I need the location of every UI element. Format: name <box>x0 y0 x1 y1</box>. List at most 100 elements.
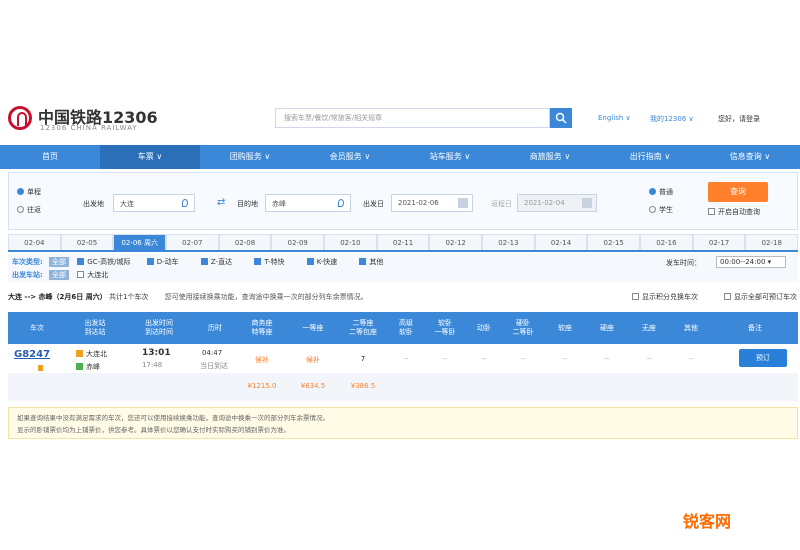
from-station: 大连北 <box>76 349 107 359</box>
date-tab[interactable]: 02-09 <box>271 234 325 250</box>
arrive-time: 17:48 <box>142 361 163 369</box>
depart-date-input[interactable]: 2021-02-06 <box>391 194 473 212</box>
nav-info[interactable]: 信息查询 ∨ <box>700 145 800 169</box>
date-tab[interactable]: 02-11 <box>376 234 430 250</box>
date-tab[interactable]: 02-12 <box>429 234 483 250</box>
other-availability: -- <box>688 355 694 363</box>
return-date-input[interactable]: 2021-02-04 <box>517 194 597 212</box>
second-availability[interactable]: 7 <box>338 355 388 363</box>
my-12306-link[interactable]: 我的12306 ∨ <box>650 114 694 124</box>
date-tab[interactable]: 02-18 <box>745 234 799 250</box>
duration: 04:47 <box>202 349 223 357</box>
price-row: ¥1215.0 ¥634.5 ¥386.5 <box>8 373 798 401</box>
passenger-student-label: 学生 <box>659 206 673 214</box>
header-business: 商务座 特等座 <box>251 319 273 336</box>
nav-business[interactable]: 商旅服务 ∨ <box>500 145 600 169</box>
radio-unchecked-icon <box>17 206 24 213</box>
show-all-checkbox[interactable]: 显示全部可预订车次 <box>724 292 797 302</box>
nav-home[interactable]: 首页 <box>0 145 100 169</box>
header-second: 二等座 二等包座 <box>349 319 377 336</box>
filter-z[interactable]: Z-直达 <box>200 258 232 266</box>
date-tab[interactable]: 02-13 <box>482 234 535 250</box>
train-count: 共计1个车次 <box>108 293 149 301</box>
station-filter-label: 出发车站: <box>12 271 43 279</box>
moving-sleeper-availability: -- <box>481 355 487 363</box>
filter-t[interactable]: T-特快 <box>254 258 284 266</box>
date-tab[interactable]: 02-05 <box>60 234 114 250</box>
filter-station[interactable]: 大连北 <box>77 271 108 279</box>
calendar-icon <box>582 198 592 208</box>
railway-logo-icon[interactable] <box>8 106 32 130</box>
nav-member[interactable]: 会员服务 ∨ <box>300 145 400 169</box>
depart-date-value: 2021-02-06 <box>398 199 439 207</box>
trip-roundtrip-radio[interactable]: 往返 <box>17 205 41 215</box>
business-availability[interactable]: 候补 <box>236 355 288 365</box>
swap-stations-icon[interactable]: ⇄ <box>217 197 225 208</box>
auto-query-label: 开启自动查询 <box>718 208 760 216</box>
passenger-normal-radio[interactable]: 普通 <box>649 187 673 197</box>
depart-time-label: 发车时间： <box>666 259 701 267</box>
notice-line-2: 显示的卧铺票价均为上铺票价，供您参考。具体票价以您确认支付时实际购买的铺别票价为… <box>17 426 290 434</box>
header-times[interactable]: 出发时间 到达时间 <box>124 312 194 344</box>
passenger-student-radio[interactable]: 学生 <box>649 205 673 215</box>
nav-group[interactable]: 团购服务 ∨ <box>200 145 300 169</box>
nav-guide[interactable]: 出行指南 ∨ <box>600 145 700 169</box>
date-tab[interactable]: 02-15 <box>587 234 641 250</box>
hard-sleeper-availability: -- <box>520 355 526 363</box>
trip-roundtrip-label: 往返 <box>27 206 41 214</box>
nav-tickets[interactable]: 车票 ∨ <box>100 145 200 169</box>
notice-line-1: 如果查询结果中没有满足需求的车次，您还可以使用接续换乘功能，查询途中换乘一次的部… <box>17 414 329 422</box>
header-train[interactable]: 车次 <box>8 312 66 344</box>
checkbox-unchecked-icon <box>708 208 715 215</box>
from-value: 大连 <box>120 200 134 208</box>
login-link[interactable]: 您好，请登录 <box>718 114 760 124</box>
return-date-value: 2021-02-04 <box>524 199 565 207</box>
date-tab[interactable]: 02-10 <box>324 234 377 250</box>
filter-other[interactable]: 其他 <box>359 258 383 266</box>
trip-oneway-radio[interactable]: 单程 <box>17 187 41 197</box>
from-label: 出发地 <box>83 200 104 208</box>
search-input[interactable]: 搜索车票/餐饮/常旅客/相关规章 <box>275 108 550 128</box>
train-number-link[interactable]: G8247 <box>14 349 50 360</box>
book-button[interactable]: 预订 <box>739 349 787 367</box>
nav-station[interactable]: 站车服务 ∨ <box>400 145 500 169</box>
trip-oneway-label: 单程 <box>27 188 41 196</box>
to-label: 目的地 <box>237 200 258 208</box>
depart-time-select[interactable]: 00:00--24:00 ▾ <box>716 256 786 268</box>
show-points-checkbox[interactable]: 显示积分兑换车次 <box>632 292 698 302</box>
date-tab-selected[interactable]: 02-06 周六 <box>113 234 167 250</box>
premium-sleeper-availability: -- <box>403 355 409 363</box>
radio-unchecked-icon <box>649 206 656 213</box>
select-all-stations-button[interactable]: 全部 <box>49 270 70 280</box>
train-icon <box>38 365 43 371</box>
select-all-types-button[interactable]: 全部 <box>49 257 70 267</box>
duration-note: 当日到达 <box>200 362 228 370</box>
show-all-label: 显示全部可预订车次 <box>734 293 797 301</box>
header-duration[interactable]: 历时 <box>194 312 236 344</box>
to-station: 赤峰 <box>76 362 100 372</box>
auto-query-checkbox[interactable]: 开启自动查询 <box>708 207 760 217</box>
date-tab[interactable]: 02-04 <box>8 234 61 250</box>
date-tab[interactable]: 02-07 <box>166 234 219 250</box>
date-tab[interactable]: 02-17 <box>692 234 746 250</box>
header-stations[interactable]: 出发站 到达站 <box>66 312 124 344</box>
filter-gc[interactable]: GC-高铁/城际 <box>77 258 130 266</box>
from-input[interactable]: 大连 <box>113 194 195 212</box>
depart-time-value: 00:00--24:00 <box>720 258 766 266</box>
checkbox-checked-icon <box>146 258 154 265</box>
checkbox-checked-icon <box>77 258 85 265</box>
language-link[interactable]: English ∨ <box>598 114 631 122</box>
filter-other-label: 其他 <box>369 258 384 266</box>
search-button[interactable] <box>550 108 572 128</box>
calendar-icon <box>458 198 468 208</box>
date-tab[interactable]: 02-16 <box>640 234 693 250</box>
first-availability[interactable]: 候补 <box>288 355 338 365</box>
to-input[interactable]: 赤峰 <box>265 194 351 212</box>
filter-k[interactable]: K-快速 <box>306 258 337 266</box>
date-tab[interactable]: 02-14 <box>534 234 588 250</box>
date-tab[interactable]: 02-08 <box>218 234 272 250</box>
header-no-seat: 无座 <box>642 323 656 332</box>
query-button[interactable]: 查询 <box>708 182 768 202</box>
filter-d[interactable]: D-动车 <box>146 258 179 266</box>
date-tabs: 02-04 02-05 02-06 周六 02-07 02-08 02-09 0… <box>8 234 799 252</box>
